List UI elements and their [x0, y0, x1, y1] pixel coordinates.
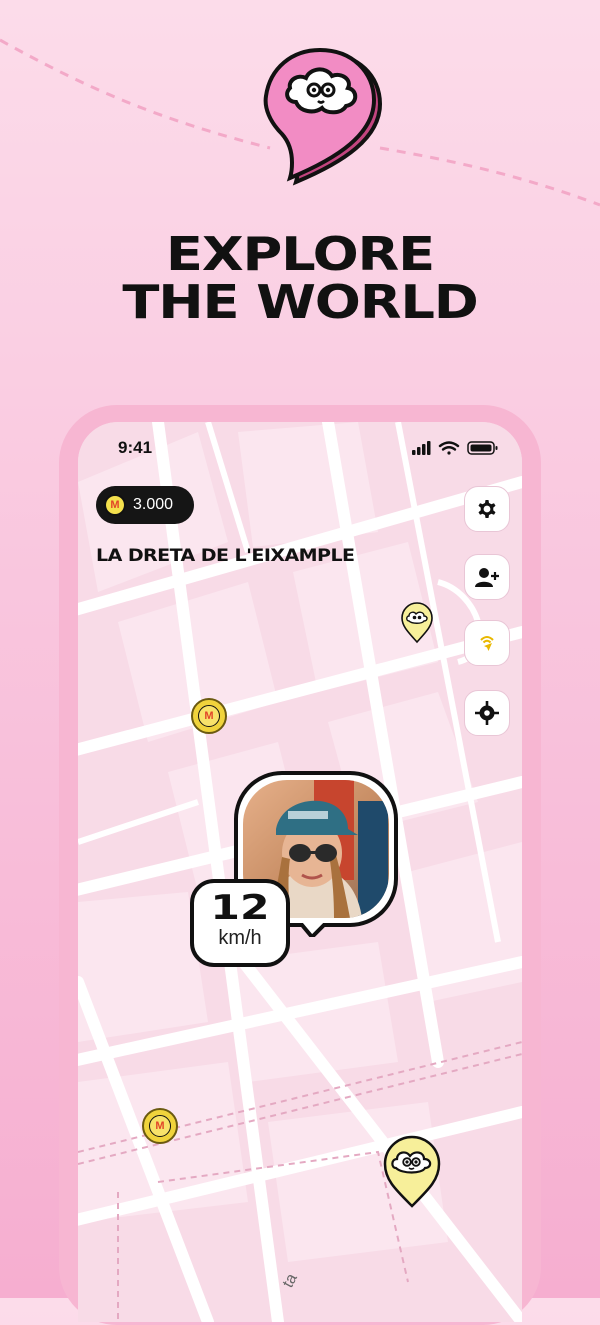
- add-user-icon: [475, 568, 499, 587]
- speed-unit: km/h: [218, 927, 262, 949]
- status-time: 9:41: [118, 438, 153, 457]
- small-mascot-pin-icon[interactable]: [400, 602, 434, 644]
- share-location-icon: [480, 636, 494, 651]
- status-icons: [412, 441, 498, 455]
- headline-line-2: THE WORLD: [122, 275, 478, 329]
- wifi-icon: [438, 441, 460, 455]
- battery-icon: [467, 441, 498, 455]
- locate-icon: [475, 701, 499, 725]
- district-name: LA DRETA DE L'EIXAMPLE: [96, 546, 355, 566]
- gear-icon: [478, 500, 496, 518]
- coin-balance-value: 3.000: [133, 496, 174, 513]
- add-friend-button[interactable]: [464, 554, 510, 600]
- headline: EXPLORE THE WORLD: [0, 230, 600, 326]
- coin-symbol: M: [149, 1115, 171, 1137]
- signal-icon: [412, 441, 431, 455]
- speed-badge: 12 km/h: [190, 879, 290, 967]
- map-coin-2[interactable]: M: [142, 1108, 178, 1144]
- settings-button[interactable]: [464, 486, 510, 532]
- locate-me-button[interactable]: [464, 690, 510, 736]
- mascot-pin-icon: [263, 47, 383, 186]
- map-coin-1[interactable]: M: [191, 698, 227, 734]
- phone-screen: 9:41 M 3.000 LA DRETA DE L'EIXAMPLE M M …: [78, 422, 522, 1322]
- coin-icon: M: [104, 494, 126, 516]
- coin-symbol: M: [198, 705, 220, 727]
- mascot-pin-yellow-icon[interactable]: [382, 1134, 442, 1208]
- headline-line-1: EXPLORE: [165, 227, 435, 281]
- coin-balance[interactable]: M 3.000: [96, 486, 194, 524]
- speed-value: 12: [210, 888, 270, 928]
- share-location-button[interactable]: [464, 620, 510, 666]
